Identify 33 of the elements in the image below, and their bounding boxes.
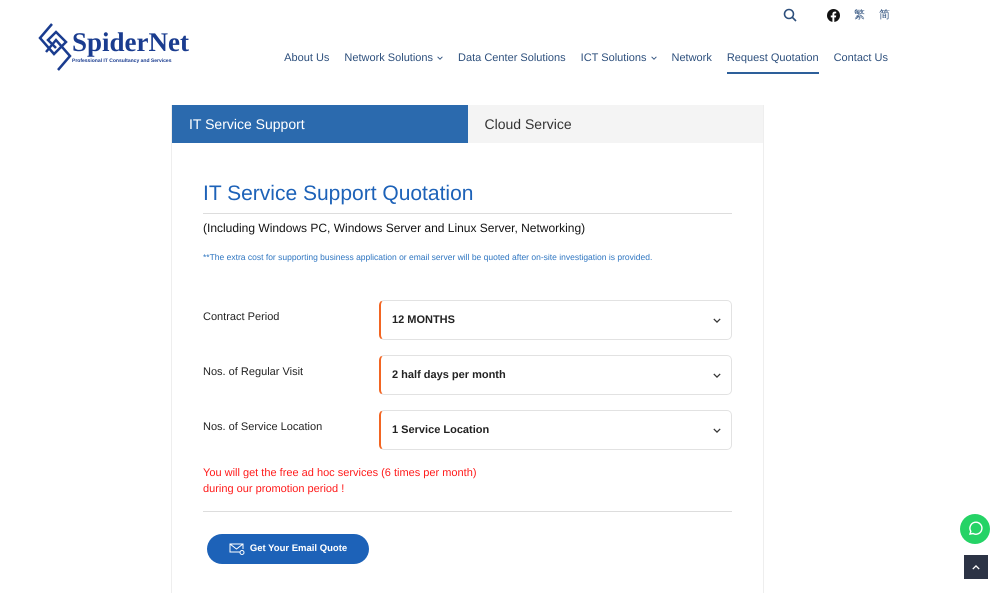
select-field[interactable]: 1 Service Location [379, 410, 732, 450]
envelope-icon [228, 543, 245, 556]
select-field[interactable]: 12 MONTHS [379, 300, 732, 340]
form-subtitle: (Including Windows PC, Windows Server and Linux Server, Networking) [203, 220, 586, 236]
search-icon[interactable] [783, 8, 797, 22]
field-label: Nos. of Service Location [203, 420, 324, 436]
email-quote-button[interactable]: Get Your Email Quote [207, 534, 369, 564]
chevron-up-icon [972, 564, 980, 570]
chevron-down-icon [713, 318, 721, 323]
whatsapp-icon [967, 521, 983, 537]
select-field[interactable]: 2 half days per month [379, 355, 732, 396]
nav-link[interactable]: Data Center Solutions [458, 50, 566, 74]
tab[interactable]: IT Service Support [172, 105, 468, 143]
field-label: Contract Period [203, 310, 280, 326]
logo-icon [38, 22, 72, 72]
tab[interactable]: Cloud Service [468, 105, 763, 143]
facebook-icon[interactable] [827, 8, 840, 22]
form-title: IT Service Support Quotation [203, 178, 732, 214]
form-note: **The extra cost for supporting business application or email server will be quoted after on-site investigation is provided. [203, 250, 654, 264]
field-label: Nos. of Regular Visit [203, 365, 304, 380]
nav-link[interactable]: Contact Us [834, 50, 888, 74]
language-link[interactable]: 繁 [854, 7, 865, 24]
promotion-text: You will get the free ad hoc services (6 times per month) during our promotion period ! [203, 466, 478, 498]
nav-link[interactable]: About Us [284, 50, 330, 74]
nav-link[interactable]: ICT Solutions [580, 50, 656, 74]
nav-link[interactable]: Network [672, 50, 712, 74]
nav-link[interactable]: Network Solutions [344, 50, 444, 74]
chevron-down-icon [713, 428, 721, 433]
chevron-down-icon [713, 372, 721, 378]
back-to-top-button[interactable] [964, 555, 988, 579]
language-link[interactable]: 简 [879, 7, 890, 24]
nav-link[interactable]: Request Quotation [726, 50, 819, 74]
logo-name: SpiderNet [72, 28, 189, 56]
